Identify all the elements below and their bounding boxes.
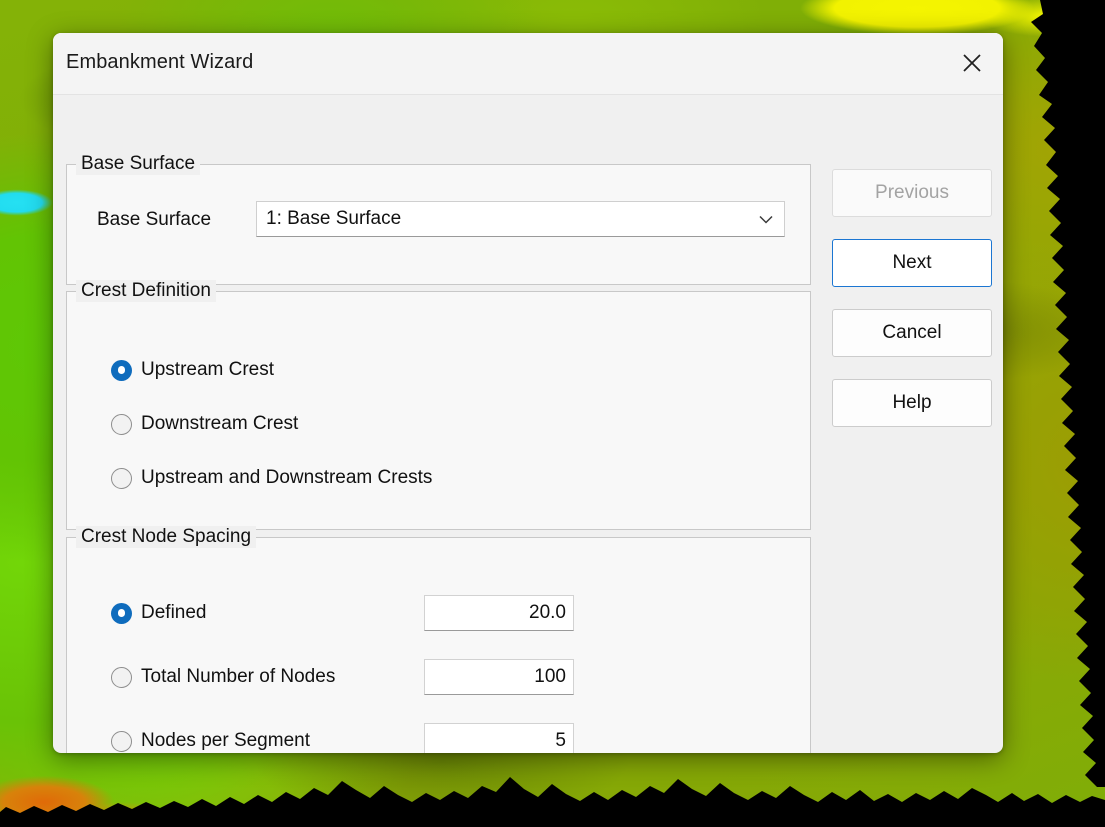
label-base-surface: Base Surface — [97, 209, 212, 230]
base-surface-selected-value: 1: Base Surface — [266, 208, 402, 229]
radio-label-upstream-crest: Upstream Crest — [141, 359, 275, 380]
radio-indicator-unselected — [111, 413, 132, 435]
screen: Embankment Wizard Base Surface Base Surf… — [0, 0, 1105, 827]
radio-label-nodes-per-segment: Nodes per Segment — [141, 730, 310, 751]
radio-indicator-unselected — [111, 666, 132, 688]
base-surface-select[interactable]: 1: Base Surface — [256, 201, 785, 237]
radio-label-total-number-of-nodes: Total Number of Nodes — [141, 666, 336, 687]
group-base-surface: Base Surface Base Surface 1: Base Surfac… — [66, 153, 811, 285]
next-button[interactable]: Next — [832, 239, 992, 287]
help-button[interactable]: Help — [832, 379, 992, 427]
radio-indicator-selected — [111, 602, 132, 624]
radio-defined[interactable]: Defined — [111, 602, 207, 624]
radio-indicator-selected — [111, 359, 132, 381]
radio-label-upstream-and-downstream-crests: Upstream and Downstream Crests — [141, 467, 433, 488]
chevron-down-icon — [748, 215, 784, 224]
dialog-title: Embankment Wizard — [66, 51, 254, 73]
radio-upstream-crest[interactable]: Upstream Crest — [111, 359, 274, 381]
cancel-button[interactable]: Cancel — [832, 309, 992, 357]
close-icon[interactable] — [941, 33, 1003, 93]
previous-button[interactable]: Previous — [832, 169, 992, 217]
group-title-crest-definition: Crest Definition — [76, 280, 216, 302]
dialog-body: Base Surface Base Surface 1: Base Surfac… — [53, 95, 1003, 753]
embankment-wizard-dialog: Embankment Wizard Base Surface Base Surf… — [53, 33, 1003, 753]
radio-downstream-crest[interactable]: Downstream Crest — [111, 413, 298, 435]
radio-label-downstream-crest: Downstream Crest — [141, 413, 299, 434]
radio-indicator-unselected — [111, 730, 132, 752]
radio-indicator-unselected — [111, 467, 132, 489]
input-nodes-per-segment[interactable]: 5 — [424, 723, 574, 753]
group-crest-definition: Crest Definition Upstream Crest Downstre… — [66, 280, 811, 530]
dialog-titlebar: Embankment Wizard — [53, 33, 1003, 95]
radio-upstream-and-downstream-crests[interactable]: Upstream and Downstream Crests — [111, 467, 432, 489]
radio-nodes-per-segment[interactable]: Nodes per Segment — [111, 730, 310, 752]
input-total-number-of-nodes[interactable]: 100 — [424, 659, 574, 695]
group-title-base-surface: Base Surface — [76, 153, 201, 175]
radio-total-number-of-nodes[interactable]: Total Number of Nodes — [111, 666, 335, 688]
group-title-crest-node-spacing: Crest Node Spacing — [76, 526, 257, 548]
radio-label-defined: Defined — [141, 602, 207, 623]
group-crest-node-spacing: Crest Node Spacing Defined 20.0 Total Nu… — [66, 526, 811, 753]
input-defined-spacing[interactable]: 20.0 — [424, 595, 574, 631]
